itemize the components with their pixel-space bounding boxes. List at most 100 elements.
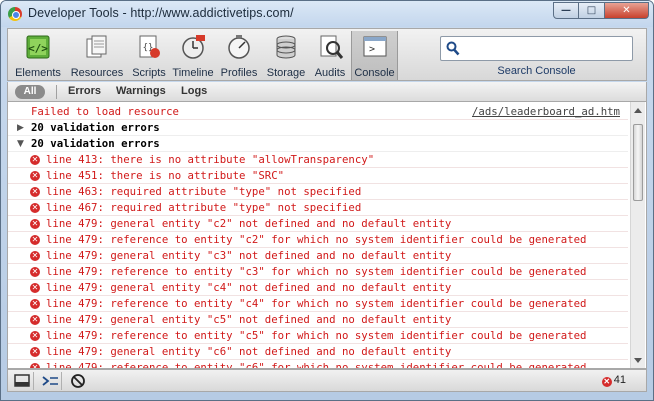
svg-text:</>: </> bbox=[28, 42, 48, 55]
panel-tab-label: Console bbox=[354, 67, 395, 79]
error-message-row: ✕ line 479: general entity "c4" not defin… bbox=[8, 280, 628, 296]
panel-tab-scripts[interactable]: {} Scripts bbox=[129, 31, 169, 80]
error-message-row: ✕ line 479: general entity "c3" not defin… bbox=[8, 248, 628, 264]
show-console-button[interactable] bbox=[38, 372, 62, 390]
error-icon: ✕ bbox=[30, 347, 40, 357]
panel-tab-console[interactable]: > Console bbox=[351, 31, 398, 80]
error-text: line 479: reference to entity "c5" for w… bbox=[46, 329, 587, 342]
error-message-row: ✕ line 479: general entity "c5" not defin… bbox=[8, 312, 628, 328]
search-input[interactable] bbox=[465, 40, 630, 58]
group-label: 20 validation errors bbox=[31, 137, 160, 150]
panel-tab-label: Timeline bbox=[172, 67, 214, 79]
error-icon: ✕ bbox=[30, 219, 40, 229]
error-icon: ✕ bbox=[30, 155, 40, 165]
error-message-row: ✕ line 479: reference to entity "c6" for … bbox=[8, 360, 628, 368]
panel-toolbar: </> Elements Resources {} Scripts Timeli… bbox=[7, 28, 647, 81]
error-icon: ✕ bbox=[30, 251, 40, 261]
collapse-triangle-icon[interactable]: ▼ bbox=[17, 136, 24, 151]
error-text: line 467: required attribute "type" not … bbox=[46, 201, 362, 214]
console-message: Failed to load resource /ads/leaderboard… bbox=[8, 104, 628, 120]
error-icon: ✕ bbox=[30, 187, 40, 197]
error-message-row: ✕ line 467: required attribute "type" not… bbox=[8, 200, 628, 216]
error-message-row: ✕ line 479: reference to entity "c4" for … bbox=[8, 296, 628, 312]
error-text: line 451: there is no attribute "SRC" bbox=[46, 169, 285, 182]
source-link[interactable]: /ads/leaderboard_ad.htm bbox=[472, 104, 620, 119]
search-icon bbox=[446, 41, 460, 56]
error-message-row: ✕ line 479: reference to entity "c2" for … bbox=[8, 232, 628, 248]
clear-icon bbox=[71, 374, 85, 388]
error-icon: ✕ bbox=[30, 235, 40, 245]
close-icon: ✕ bbox=[622, 5, 631, 16]
panel-tab-label: Profiles bbox=[220, 67, 258, 79]
dock-toggle-button[interactable] bbox=[10, 372, 34, 390]
storage-icon bbox=[272, 33, 300, 61]
chrome-icon bbox=[8, 7, 22, 21]
window-title: Developer Tools - http://www.addictiveti… bbox=[28, 6, 294, 20]
filter-bar: All Errors Warnings Logs bbox=[7, 82, 647, 102]
filter-all-button[interactable]: All bbox=[15, 85, 45, 99]
timeline-icon bbox=[179, 33, 207, 61]
search-field[interactable] bbox=[440, 36, 633, 61]
devtools-window: Developer Tools - http://www.addictiveti… bbox=[0, 0, 654, 401]
error-message-row: ✕ line 413: there is no attribute "allowT… bbox=[8, 152, 628, 168]
error-icon: ✕ bbox=[30, 299, 40, 309]
resources-icon bbox=[83, 33, 111, 61]
filter-warnings-button[interactable]: Warnings bbox=[116, 85, 166, 97]
filter-logs-button[interactable]: Logs bbox=[181, 85, 207, 97]
error-message-row: ✕ line 479: general entity "c2" not defin… bbox=[8, 216, 628, 232]
error-count[interactable]: ✕ 41 bbox=[601, 374, 626, 387]
clear-console-button[interactable] bbox=[66, 372, 90, 390]
panel-tab-label: Resources bbox=[70, 67, 124, 79]
audits-icon bbox=[316, 33, 344, 61]
group-label: 20 validation errors bbox=[31, 121, 160, 134]
error-icon: ✕ bbox=[30, 331, 40, 341]
panel-tab-label: Audits bbox=[314, 67, 346, 79]
panel-tab-label: Storage bbox=[266, 67, 306, 79]
console-scrollbar[interactable] bbox=[630, 102, 645, 368]
error-message-row: ✕ line 463: required attribute "type" not… bbox=[8, 184, 628, 200]
error-icon: ✕ bbox=[601, 377, 612, 387]
scroll-down-arrow-icon[interactable] bbox=[634, 358, 642, 363]
minimize-icon: — bbox=[561, 5, 571, 16]
title-bar[interactable]: Developer Tools - http://www.addictiveti… bbox=[1, 1, 653, 27]
close-button[interactable]: ✕ bbox=[605, 2, 649, 19]
error-text: line 479: general entity "c3" not define… bbox=[46, 249, 452, 262]
error-count-value: 41 bbox=[613, 374, 626, 386]
error-text: line 479: general entity "c2" not define… bbox=[46, 217, 452, 230]
maximize-button[interactable]: □ bbox=[579, 2, 605, 19]
group-header-collapsed[interactable]: ▶ 20 validation errors bbox=[8, 120, 628, 136]
panel-tab-resources[interactable]: Resources bbox=[68, 31, 126, 80]
panel-tab-label: Elements bbox=[15, 67, 61, 79]
panel-tab-storage[interactable]: Storage bbox=[263, 31, 309, 80]
filter-errors-button[interactable]: Errors bbox=[68, 85, 101, 97]
minimize-button[interactable]: — bbox=[553, 2, 579, 19]
maximize-icon: □ bbox=[586, 5, 597, 16]
error-icon: ✕ bbox=[30, 315, 40, 325]
console-output[interactable]: Failed to load resource /ads/leaderboard… bbox=[7, 102, 647, 369]
error-message-row: ✕ line 479: reference to entity "c3" for … bbox=[8, 264, 628, 280]
error-message-row: ✕ line 451: there is no attribute "SRC" bbox=[8, 168, 628, 184]
elements-icon: </> bbox=[24, 33, 52, 61]
group-header-expanded[interactable]: ▼ 20 validation errors bbox=[8, 136, 628, 152]
error-icon: ✕ bbox=[30, 267, 40, 277]
search-label: Search Console bbox=[497, 65, 576, 77]
window-controls: — □ ✕ bbox=[553, 2, 649, 19]
error-text: line 463: required attribute "type" not … bbox=[46, 185, 362, 198]
panel-tab-label: Scripts bbox=[132, 67, 166, 79]
panel-tab-elements[interactable]: </> Elements bbox=[12, 31, 64, 80]
status-bar: ✕ 41 bbox=[7, 369, 647, 392]
console-icon: > bbox=[361, 33, 389, 61]
error-text: line 479: reference to entity "c2" for w… bbox=[46, 233, 587, 246]
panel-tab-profiles[interactable]: Profiles bbox=[218, 31, 260, 80]
filter-divider bbox=[56, 85, 57, 99]
error-icon: ✕ bbox=[30, 171, 40, 181]
scroll-up-arrow-icon[interactable] bbox=[634, 108, 642, 113]
panel-tab-timeline[interactable]: Timeline bbox=[172, 31, 214, 80]
svg-text:>: > bbox=[369, 44, 375, 55]
expand-triangle-icon[interactable]: ▶ bbox=[17, 120, 24, 135]
console-prompt-icon bbox=[42, 376, 58, 386]
panel-tab-audits[interactable]: Audits bbox=[311, 31, 349, 80]
error-text: line 413: there is no attribute "allowTr… bbox=[46, 153, 375, 166]
error-text: line 479: general entity "c4" not define… bbox=[46, 281, 452, 294]
scroll-thumb[interactable] bbox=[633, 124, 643, 201]
